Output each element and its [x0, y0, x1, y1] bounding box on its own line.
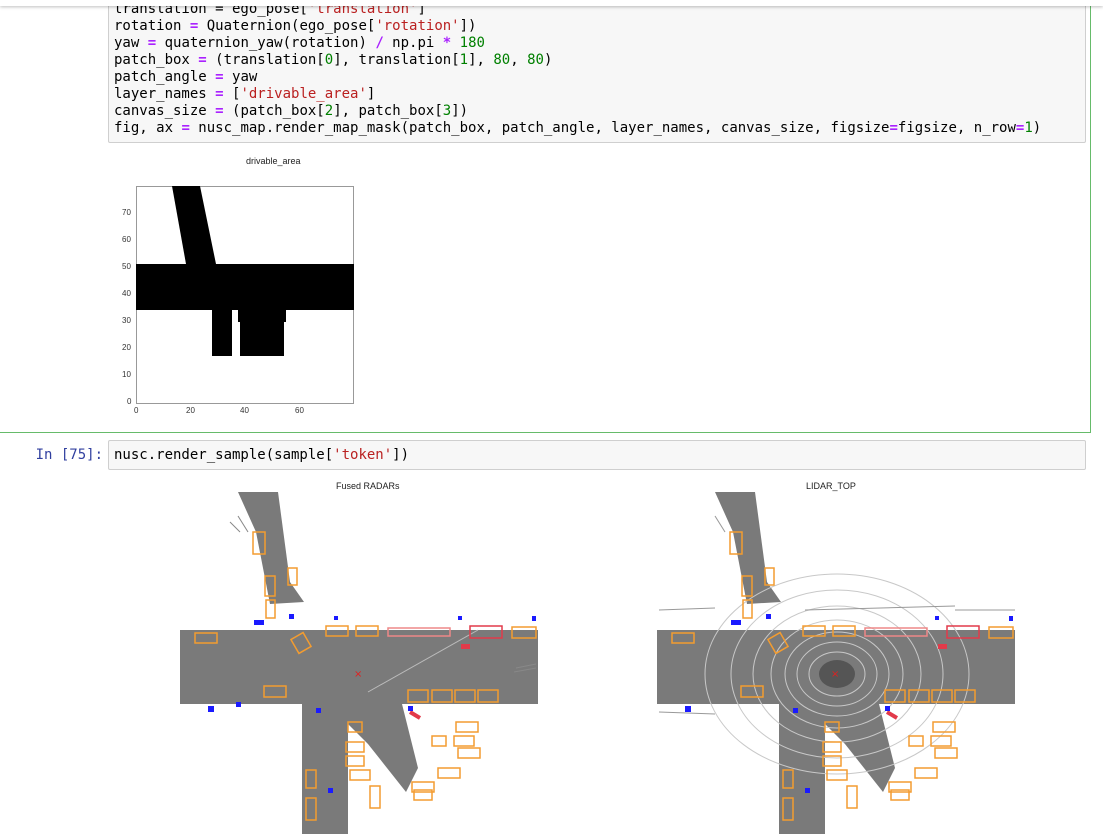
y-tick: 20: [122, 343, 131, 352]
y-tick: 40: [122, 289, 131, 298]
code-line: yaw = quaternion_yaw(rotation) / np.pi *…: [114, 35, 485, 51]
lidar-top-view: ×: [657, 492, 1015, 834]
code-cell-editor[interactable]: translation = ego_pose['translation'] ro…: [108, 0, 1086, 143]
x-tick: 60: [295, 406, 304, 415]
mask-plot-title: drivable_area: [246, 156, 301, 166]
cell-prompt: In [75]:: [35, 447, 103, 463]
x-tick: 40: [240, 406, 249, 415]
y-tick: 10: [122, 370, 131, 379]
x-tick: 0: [134, 406, 139, 415]
notebook-header-bar: [0, 0, 1103, 6]
x-tick: 20: [186, 406, 195, 415]
code-line: patch_angle = yaw: [114, 69, 258, 85]
lidar-plot-title: LIDAR_TOP: [806, 481, 856, 491]
code-line: layer_names = ['drivable_area']: [114, 86, 376, 102]
y-tick: 50: [122, 262, 131, 271]
radar-plot-title: Fused RADARs: [336, 481, 400, 491]
code-line: rotation = Quaternion(ego_pose['rotation…: [114, 18, 477, 34]
svg-text:×: ×: [831, 669, 839, 680]
y-tick: 30: [122, 316, 131, 325]
code-line: nusc.render_sample(sample['token']): [114, 447, 410, 463]
code-line: fig, ax = nusc_map.render_map_mask(patch…: [114, 120, 1042, 136]
y-tick: 0: [127, 397, 132, 406]
code-line: patch_box = (translation[0], translation…: [114, 52, 553, 68]
code-cell-editor[interactable]: nusc.render_sample(sample['token']): [108, 440, 1086, 470]
code-line: canvas_size = (patch_box[2], patch_box[3…: [114, 103, 469, 119]
y-tick: 70: [122, 208, 131, 217]
y-tick: 60: [122, 235, 131, 244]
drivable-area-mask: [136, 186, 354, 404]
fused-radars-view: ×: [180, 492, 538, 834]
svg-text:×: ×: [354, 669, 362, 680]
